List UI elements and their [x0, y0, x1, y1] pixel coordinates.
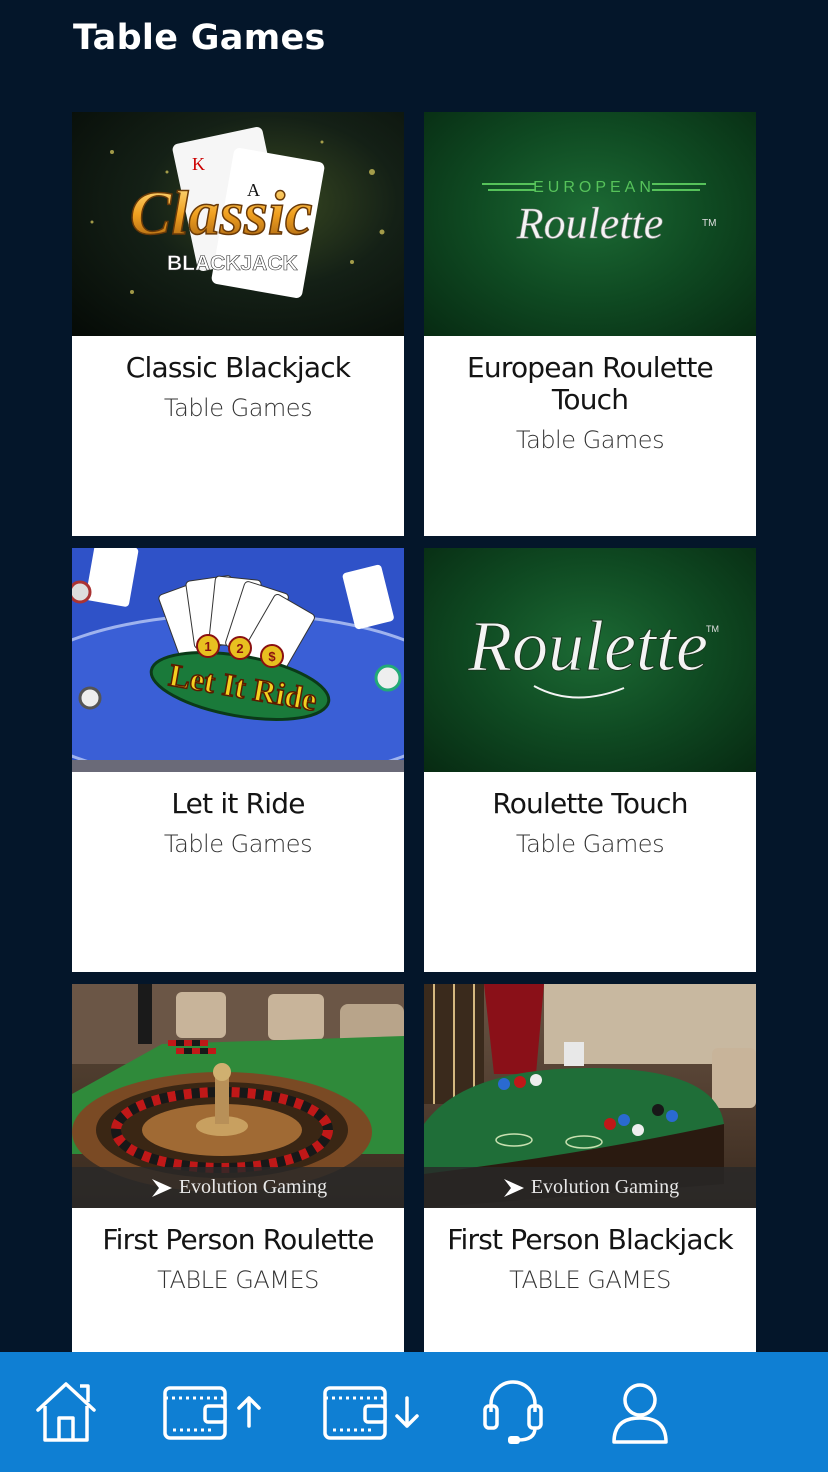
svg-text:Roulette: Roulette — [516, 199, 664, 248]
roulette-touch-art: Roulette TM — [467, 606, 719, 699]
user-account-icon — [612, 1383, 668, 1444]
svg-text:K: K — [192, 154, 205, 174]
let-it-ride-art: 1 2 $ Let It Ride — [72, 548, 404, 772]
provider-banner: Evolution Gaming — [424, 1167, 756, 1208]
evolution-logo-icon — [503, 1178, 524, 1197]
game-title: First Person Roulette — [102, 1223, 374, 1256]
wallet-deposit-icon — [163, 1386, 261, 1440]
game-card-let-it-ride[interactable]: 1 2 $ Let It Ride Let it Ride Table Game… — [72, 548, 404, 972]
wallet-withdraw-icon — [323, 1386, 419, 1440]
european-roulette-art: EUROPEAN Roulette TM — [482, 179, 716, 248]
svg-text:$: $ — [268, 649, 276, 664]
svg-text:TM: TM — [702, 218, 716, 229]
headset-support-icon — [483, 1380, 543, 1444]
provider-name: Evolution Gaming — [530, 1176, 680, 1198]
game-card-roulette-touch[interactable]: Roulette TM Roulette Touch Table Games — [424, 548, 756, 972]
classic-blackjack-art: K A Classic BLACKJACK — [90, 126, 385, 298]
game-thumbnail: Evolution Gaming — [72, 984, 404, 1208]
game-card-first-person-blackjack[interactable]: Evolution Gaming First Person Blackjack … — [424, 984, 756, 1364]
nav-deposit[interactable] — [160, 1372, 266, 1452]
svg-text:TM: TM — [706, 624, 719, 634]
game-thumbnail: 1 2 $ Let It Ride — [72, 548, 404, 772]
nav-home[interactable] — [28, 1372, 104, 1452]
bottom-nav — [0, 1352, 828, 1472]
game-thumbnail: Evolution Gaming — [424, 984, 756, 1208]
game-thumbnail: K A Classic BLACKJACK — [72, 112, 404, 336]
game-title: Classic Blackjack — [125, 351, 351, 384]
game-title: First Person Blackjack — [447, 1223, 733, 1256]
svg-text:Roulette: Roulette — [467, 606, 708, 686]
nav-support[interactable] — [478, 1372, 548, 1452]
game-thumbnail: Roulette TM — [424, 548, 756, 772]
game-title: Let it Ride — [171, 787, 305, 820]
svg-text:2: 2 — [236, 641, 243, 656]
svg-text:1: 1 — [204, 639, 211, 654]
provider-banner: Evolution Gaming — [72, 1167, 404, 1208]
game-title: Roulette Touch — [492, 787, 688, 820]
game-category: Table Games — [163, 394, 313, 422]
game-category: TABLE GAMES — [157, 1266, 319, 1294]
game-category: Table Games — [515, 426, 665, 454]
svg-text:Classic: Classic — [130, 180, 313, 248]
svg-text:EUROPEAN: EUROPEAN — [533, 179, 655, 196]
game-category: TABLE GAMES — [509, 1266, 671, 1294]
game-title: European Roulette Touch — [467, 351, 714, 416]
game-card-classic-blackjack[interactable]: K A Classic BLACKJACK Classic Blackjack … — [72, 112, 404, 536]
game-category: Table Games — [515, 830, 665, 858]
provider-name: Evolution Gaming — [178, 1176, 328, 1198]
svg-text:BLACKJACK: BLACKJACK — [167, 252, 298, 275]
game-card-european-roulette-touch[interactable]: EUROPEAN Roulette TM European Roulette T… — [424, 112, 756, 536]
game-category: Table Games — [163, 830, 313, 858]
evolution-logo-icon — [151, 1178, 172, 1197]
page-title: Table Games — [73, 18, 326, 58]
home-icon — [36, 1382, 96, 1442]
game-thumbnail: EUROPEAN Roulette TM — [424, 112, 756, 336]
game-card-first-person-roulette[interactable]: Evolution Gaming First Person Roulette T… — [72, 984, 404, 1364]
nav-account[interactable] — [606, 1372, 674, 1452]
nav-withdraw[interactable] — [320, 1372, 426, 1452]
